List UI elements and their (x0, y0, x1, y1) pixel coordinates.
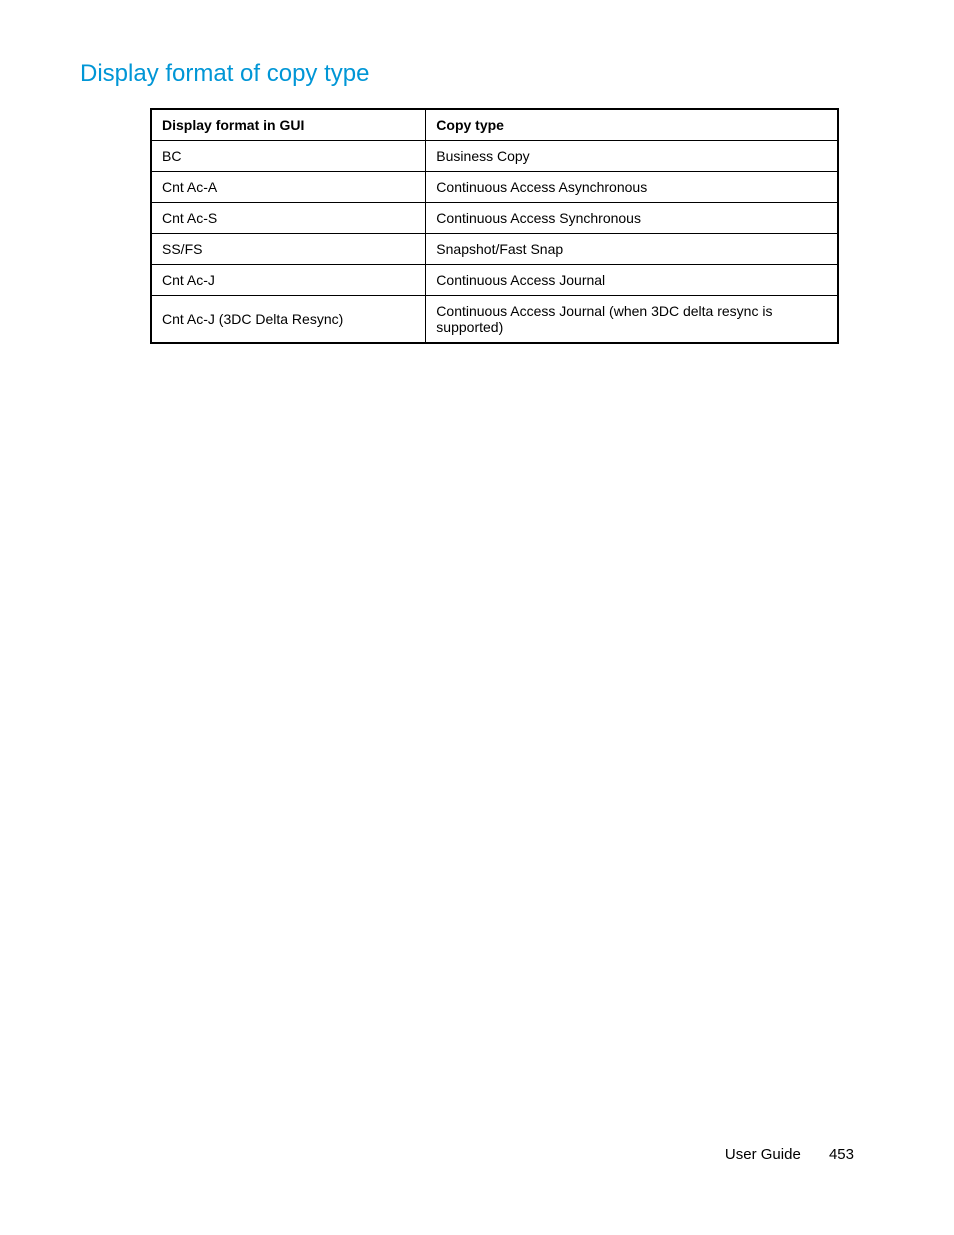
cell-display-format: BC (151, 141, 426, 172)
section-heading: Display format of copy type (80, 60, 874, 88)
copy-type-table: Display format in GUI Copy type BC Busin… (150, 108, 839, 344)
header-display-format: Display format in GUI (151, 109, 426, 141)
cell-display-format: Cnt Ac-J (151, 265, 426, 296)
page-footer: User Guide 453 (725, 1146, 854, 1163)
table-row: Cnt Ac-S Continuous Access Synchronous (151, 203, 838, 234)
table-row: Cnt Ac-A Continuous Access Asynchronous (151, 172, 838, 203)
cell-copy-type: Snapshot/Fast Snap (426, 234, 838, 265)
footer-doc-title: User Guide (725, 1146, 801, 1163)
cell-display-format: Cnt Ac-S (151, 203, 426, 234)
cell-copy-type: Continuous Access Journal (426, 265, 838, 296)
copy-type-table-container: Display format in GUI Copy type BC Busin… (150, 108, 839, 344)
cell-display-format: Cnt Ac-A (151, 172, 426, 203)
table-row: Cnt Ac-J (3DC Delta Resync) Continuous A… (151, 296, 838, 344)
cell-copy-type: Continuous Access Asynchronous (426, 172, 838, 203)
cell-display-format: SS/FS (151, 234, 426, 265)
footer-page-number: 453 (829, 1146, 854, 1163)
header-copy-type: Copy type (426, 109, 838, 141)
table-row: SS/FS Snapshot/Fast Snap (151, 234, 838, 265)
cell-display-format: Cnt Ac-J (3DC Delta Resync) (151, 296, 426, 344)
cell-copy-type: Business Copy (426, 141, 838, 172)
table-header-row: Display format in GUI Copy type (151, 109, 838, 141)
cell-copy-type: Continuous Access Journal (when 3DC delt… (426, 296, 838, 344)
table-row: BC Business Copy (151, 141, 838, 172)
cell-copy-type: Continuous Access Synchronous (426, 203, 838, 234)
table-row: Cnt Ac-J Continuous Access Journal (151, 265, 838, 296)
